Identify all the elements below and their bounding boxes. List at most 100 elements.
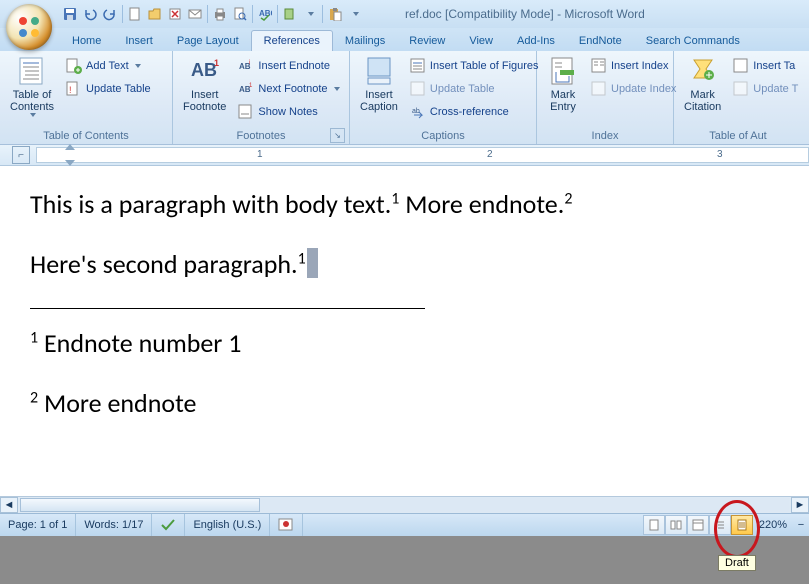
group-index-title: Index: [541, 129, 669, 144]
insert-caption-button[interactable]: Insert Caption: [354, 53, 404, 113]
update-captions-button[interactable]: Update Table: [406, 78, 543, 100]
update-toc-button[interactable]: !Update Table: [62, 78, 155, 100]
cross-reference-button[interactable]: abCross-reference: [406, 101, 543, 123]
ribbon: Table of Contents Add Text !Update Table…: [0, 51, 809, 145]
qat-paste-icon[interactable]: [325, 4, 345, 24]
update-index-button[interactable]: Update Index: [587, 78, 680, 100]
insert-toa-button[interactable]: Insert Ta: [729, 55, 802, 77]
view-buttons: [643, 515, 753, 535]
document-area[interactable]: This is a paragraph with body text.1 Mor…: [0, 166, 809, 496]
svg-text:ab: ab: [412, 108, 420, 115]
status-words[interactable]: Words: 1/17: [76, 514, 152, 536]
text-cursor: [307, 248, 318, 278]
update-toc-icon: !: [66, 81, 82, 97]
paragraph-2[interactable]: Here's second paragraph.1: [30, 248, 809, 280]
footnote-icon: AB1: [189, 55, 221, 87]
tab-references[interactable]: References: [251, 30, 333, 51]
qat-preview-icon[interactable]: [230, 4, 250, 24]
footnote-label: Insert Footnote: [183, 89, 226, 113]
tab-page-layout[interactable]: Page Layout: [165, 31, 251, 51]
outline-view-button[interactable]: [709, 515, 731, 535]
ribbon-tabs: Home Insert Page Layout References Maili…: [0, 28, 809, 51]
tab-insert[interactable]: Insert: [113, 31, 165, 51]
scroll-left-button[interactable]: ◄: [0, 497, 18, 513]
qat-open-icon[interactable]: [145, 4, 165, 24]
mark-citation-label: Mark Citation: [684, 89, 721, 113]
qat-research-icon[interactable]: [280, 4, 300, 24]
group-toc-title: Table of Contents: [4, 129, 168, 144]
office-button[interactable]: [6, 4, 52, 50]
tab-endnote[interactable]: EndNote: [567, 31, 634, 51]
svg-text:!: !: [69, 85, 72, 95]
tab-mailings[interactable]: Mailings: [333, 31, 397, 51]
svg-text:1: 1: [249, 83, 253, 89]
tab-review[interactable]: Review: [397, 31, 457, 51]
next-footnote-button[interactable]: AB1Next Footnote: [234, 78, 343, 100]
qat-save-icon[interactable]: [60, 4, 80, 24]
status-proofing[interactable]: [152, 514, 185, 536]
draft-tooltip: Draft: [718, 555, 756, 571]
web-layout-view-button[interactable]: [687, 515, 709, 535]
mark-entry-icon: [547, 55, 579, 87]
add-text-icon: [66, 58, 82, 74]
status-macro[interactable]: [270, 514, 303, 536]
insert-figures-button[interactable]: Insert Table of Figures: [406, 55, 543, 77]
svg-text:i: i: [249, 60, 250, 66]
print-layout-view-button[interactable]: [643, 515, 665, 535]
qat-close-icon[interactable]: [165, 4, 185, 24]
qat-dropdown-icon[interactable]: [300, 4, 320, 24]
endnote-separator: [30, 308, 425, 309]
insert-index-button[interactable]: Insert Index: [587, 55, 680, 77]
insert-footnote-button[interactable]: AB1 Insert Footnote: [177, 53, 232, 113]
show-notes-button[interactable]: Show Notes: [234, 101, 343, 123]
status-page[interactable]: Page: 1 of 1: [0, 514, 76, 536]
endnote-1[interactable]: 1 Endnote number 1: [30, 327, 809, 359]
insert-index-icon: [591, 58, 607, 74]
qat-undo-icon[interactable]: [80, 4, 100, 24]
horizontal-scrollbar[interactable]: ◄ ►: [0, 496, 809, 513]
paragraph-1[interactable]: This is a paragraph with body text.1 Mor…: [30, 188, 809, 220]
caption-icon: [363, 55, 395, 87]
table-of-contents-button[interactable]: Table of Contents: [4, 53, 60, 117]
endnote-icon: ABi: [238, 58, 254, 74]
tab-selector[interactable]: ⌐: [12, 146, 30, 164]
scroll-right-button[interactable]: ►: [791, 497, 809, 513]
status-bar: Page: 1 of 1 Words: 1/17 English (U.S.) …: [0, 513, 809, 536]
qat-print-icon[interactable]: [210, 4, 230, 24]
group-footnotes-title: Footnotes: [237, 130, 286, 142]
endnote-2[interactable]: 2 More endnote: [30, 387, 809, 419]
scroll-thumb[interactable]: [20, 498, 260, 512]
qat-spell-icon[interactable]: ABC: [255, 4, 275, 24]
zoom-out-button[interactable]: −: [793, 519, 809, 531]
window-title: ref.doc [Compatibility Mode] - Microsoft…: [405, 7, 645, 21]
draft-view-button[interactable]: [731, 515, 753, 535]
mark-entry-button[interactable]: Mark Entry: [541, 53, 585, 113]
next-footnote-icon: AB1: [238, 81, 254, 97]
qat-email-icon[interactable]: [185, 4, 205, 24]
horizontal-ruler[interactable]: ⌐ 1 2 3: [0, 145, 809, 166]
update-captions-icon: [410, 81, 426, 97]
update-toa-button[interactable]: Update T: [729, 78, 802, 100]
zoom-level[interactable]: 220%: [753, 519, 793, 531]
qat-customize-icon[interactable]: [345, 4, 365, 24]
proofing-icon: [160, 518, 176, 532]
toc-icon: [16, 55, 48, 87]
tab-home[interactable]: Home: [60, 31, 113, 51]
insert-endnote-button[interactable]: ABiInsert Endnote: [234, 55, 343, 77]
mark-citation-icon: [687, 55, 719, 87]
mark-citation-button[interactable]: Mark Citation: [678, 53, 727, 113]
qat-new-icon[interactable]: [125, 4, 145, 24]
svg-text:1: 1: [214, 58, 219, 68]
show-notes-icon: [238, 104, 254, 120]
footnotes-dialog-launcher[interactable]: ↘: [330, 128, 345, 143]
tab-addins[interactable]: Add-Ins: [505, 31, 567, 51]
caption-label: Insert Caption: [360, 89, 398, 113]
update-index-icon: [591, 81, 607, 97]
qat-redo-icon[interactable]: [100, 4, 120, 24]
status-language[interactable]: English (U.S.): [185, 514, 270, 536]
tab-view[interactable]: View: [457, 31, 505, 51]
quick-access-toolbar: ABC: [60, 4, 365, 24]
full-screen-view-button[interactable]: [665, 515, 687, 535]
tab-search[interactable]: Search Commands: [634, 31, 752, 51]
add-text-button[interactable]: Add Text: [62, 55, 155, 77]
